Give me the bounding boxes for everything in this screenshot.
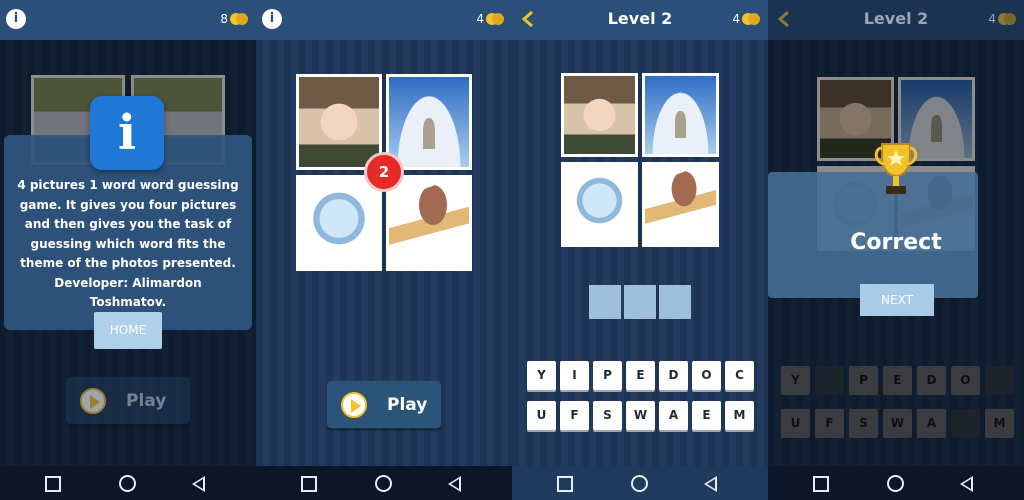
level-title: Level 2 xyxy=(863,9,929,28)
android-nav-bar xyxy=(256,466,512,500)
back-nav-icon[interactable] xyxy=(192,476,205,492)
android-nav-bar xyxy=(0,466,256,500)
recent-apps-icon[interactable] xyxy=(557,476,573,492)
play-button[interactable]: Play xyxy=(327,381,441,428)
coins-icon xyxy=(230,13,248,25)
correct-screen: Level 2 4 Y P E D O U F S W A M Correct … xyxy=(768,0,1024,500)
letter-key[interactable]: W xyxy=(626,401,655,430)
picture-ice-cube xyxy=(561,162,638,247)
letter-key[interactable]: U xyxy=(527,401,556,430)
play-icon xyxy=(80,388,106,414)
home-nav-icon[interactable] xyxy=(119,475,136,492)
play-icon xyxy=(341,392,367,418)
play-label: Play xyxy=(387,395,428,415)
letter-key[interactable]: I xyxy=(560,361,589,390)
coins-icon xyxy=(742,13,760,25)
play-button[interactable]: Play xyxy=(66,377,190,424)
picture-ice-cream xyxy=(642,162,719,247)
top-bar: Level 2 4 xyxy=(512,0,768,40)
letter-key[interactable]: Y xyxy=(527,361,556,390)
recent-apps-icon[interactable] xyxy=(45,476,61,492)
picture-igloo xyxy=(642,73,719,157)
trophy-icon xyxy=(874,143,918,194)
letter-key[interactable]: F xyxy=(560,401,589,430)
picture-girl xyxy=(296,74,382,170)
coins-icon xyxy=(998,13,1016,25)
answer-slot-3[interactable] xyxy=(659,285,691,319)
top-bar: i 4 xyxy=(256,0,512,40)
letter-key[interactable]: C xyxy=(725,361,754,390)
info-screen: i 8 i 4 pictures 1 word word guessing ga… xyxy=(0,0,256,500)
answer-slot-2[interactable] xyxy=(624,285,656,319)
back-nav-icon[interactable] xyxy=(704,476,717,492)
level-badge: 2 xyxy=(364,152,404,192)
letter-key[interactable]: D xyxy=(659,361,688,390)
home-nav-icon[interactable] xyxy=(631,475,648,492)
letter-key[interactable]: A xyxy=(659,401,688,430)
coin-count: 4 xyxy=(732,12,740,26)
info-icon[interactable]: i xyxy=(262,9,282,29)
android-nav-bar xyxy=(768,466,1024,500)
letter-key[interactable]: O xyxy=(692,361,721,390)
correct-label: Correct xyxy=(850,230,942,255)
letter-key[interactable]: M xyxy=(725,401,754,430)
answer-slot-1[interactable] xyxy=(589,285,621,319)
next-button[interactable]: NEXT xyxy=(860,284,934,316)
recent-apps-icon[interactable] xyxy=(301,476,317,492)
letter-key[interactable]: S xyxy=(593,401,622,430)
picture-ice-cream xyxy=(386,175,472,271)
top-bar: Level 2 4 xyxy=(768,0,1024,40)
recent-apps-icon[interactable] xyxy=(813,476,829,492)
home-button[interactable]: HOME xyxy=(94,312,162,349)
back-nav-icon[interactable] xyxy=(448,476,461,492)
info-description: 4 pictures 1 word word guessing game. It… xyxy=(17,178,239,309)
home-nav-icon[interactable] xyxy=(375,475,392,492)
start-screen: i 4 Play xyxy=(256,0,512,500)
letter-key[interactable]: E xyxy=(692,401,721,430)
coin-count: 8 xyxy=(220,12,228,26)
coins-icon xyxy=(486,13,504,25)
coin-count: 4 xyxy=(476,12,484,26)
level-screen: Level 2 4 Y I P E D O C U F S W A E M xyxy=(512,0,768,500)
coin-count: 4 xyxy=(988,12,996,26)
back-nav-icon[interactable] xyxy=(960,476,973,492)
picture-igloo xyxy=(386,74,472,170)
android-nav-bar xyxy=(512,466,768,500)
letter-key[interactable]: E xyxy=(626,361,655,390)
picture-ice-cube xyxy=(296,175,382,271)
letter-key[interactable]: P xyxy=(593,361,622,390)
level-title: Level 2 xyxy=(607,9,673,28)
play-label: Play xyxy=(126,391,167,411)
info-badge-icon: i xyxy=(90,96,164,170)
info-icon[interactable]: i xyxy=(6,9,26,29)
home-nav-icon[interactable] xyxy=(887,475,904,492)
top-bar: i 8 xyxy=(0,0,256,40)
picture-girl xyxy=(561,73,638,157)
